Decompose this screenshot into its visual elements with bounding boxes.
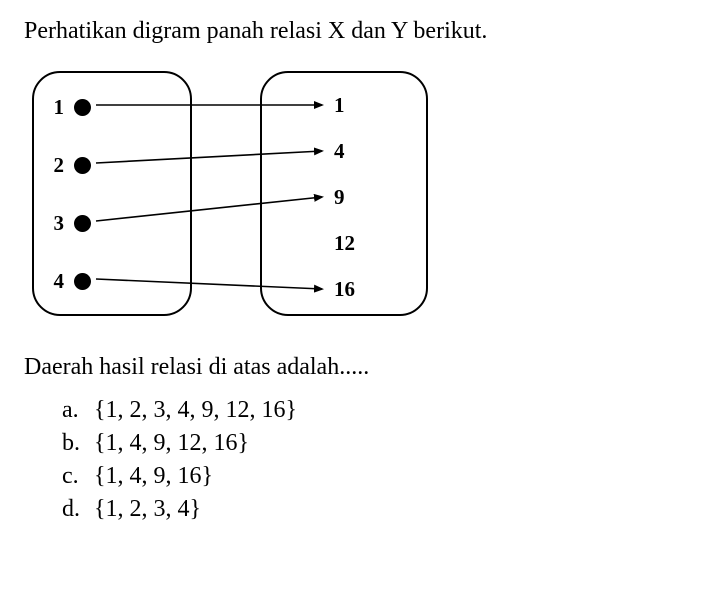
option-letter: b. bbox=[62, 430, 88, 457]
y-element: 9 bbox=[334, 185, 345, 210]
option-b: b. {1, 4, 9, 12, 16} bbox=[62, 430, 694, 457]
dot-icon bbox=[74, 215, 91, 232]
option-a: a. {1, 2, 3, 4, 9, 12, 16} bbox=[62, 397, 694, 424]
dot-icon bbox=[74, 273, 91, 290]
dot-icon bbox=[74, 99, 91, 116]
option-text: {1, 4, 9, 16} bbox=[94, 463, 213, 489]
x-element: 1 bbox=[42, 95, 91, 120]
option-c: c. {1, 4, 9, 16} bbox=[62, 463, 694, 490]
result-prompt: Daerah hasil relasi di atas adalah..... bbox=[24, 354, 694, 381]
x-label: 2 bbox=[42, 153, 64, 178]
x-label: 3 bbox=[42, 211, 64, 236]
option-text: {1, 2, 3, 4, 9, 12, 16} bbox=[94, 397, 297, 423]
y-element: 12 bbox=[334, 231, 355, 256]
x-label: 1 bbox=[42, 95, 64, 120]
y-element: 1 bbox=[334, 93, 345, 118]
option-letter: c. bbox=[62, 463, 88, 490]
question-text: Perhatikan digram panah relasi X dan Y b… bbox=[24, 18, 694, 45]
arrow-diagram: 1 2 3 4 1 4 9 12 16 bbox=[24, 63, 444, 328]
option-letter: d. bbox=[62, 496, 88, 523]
option-d: d. {1, 2, 3, 4} bbox=[62, 496, 694, 523]
x-element: 2 bbox=[42, 153, 91, 178]
y-element: 16 bbox=[334, 277, 355, 302]
option-letter: a. bbox=[62, 397, 88, 424]
x-label: 4 bbox=[42, 269, 64, 294]
y-element: 4 bbox=[334, 139, 345, 164]
option-text: {1, 4, 9, 12, 16} bbox=[94, 430, 249, 456]
x-element: 4 bbox=[42, 269, 91, 294]
answer-options: a. {1, 2, 3, 4, 9, 12, 16} b. {1, 4, 9, … bbox=[24, 397, 694, 523]
option-text: {1, 2, 3, 4} bbox=[94, 496, 201, 522]
dot-icon bbox=[74, 157, 91, 174]
x-element: 3 bbox=[42, 211, 91, 236]
